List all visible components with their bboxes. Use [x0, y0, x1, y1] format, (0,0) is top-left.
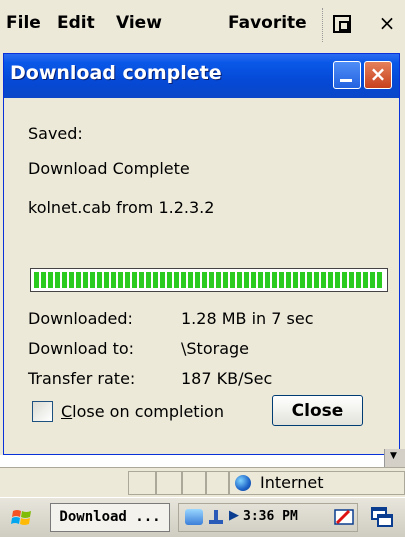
status-cell — [206, 471, 229, 495]
toolbar-toggle-button[interactable] — [322, 8, 359, 42]
browser-content — [0, 455, 405, 467]
status-bar: Internet — [0, 467, 405, 498]
menu-file[interactable]: File — [6, 13, 41, 33]
input-panel-icon[interactable] — [334, 508, 354, 526]
minimize-button[interactable] — [333, 61, 361, 89]
window-switch-icon[interactable] — [370, 506, 394, 528]
transfer-rate-value: 187 KB/Sec — [181, 369, 273, 388]
usb-icon[interactable] — [207, 508, 225, 526]
close-on-completion-checkbox[interactable] — [32, 401, 53, 422]
system-tray: ▶ 3:36 PM — [178, 503, 358, 532]
download-progress-bar — [30, 268, 388, 292]
downloaded-label: Downloaded: — [28, 309, 133, 328]
menu-favorites[interactable]: Favorite — [228, 13, 307, 33]
window-toggle-icon — [333, 15, 351, 33]
start-flag-icon[interactable] — [10, 506, 34, 530]
download-to-value: \Storage — [181, 339, 249, 358]
security-zone: Internet — [229, 471, 405, 495]
globe-icon — [235, 475, 251, 491]
close-on-completion-label-text: lose on completion — [72, 402, 224, 421]
saved-label: Saved: — [28, 124, 83, 143]
close-on-completion-label[interactable]: Close on completion — [61, 402, 224, 421]
transfer-rate-label: Transfer rate: — [28, 369, 136, 388]
download-status-text: Download Complete — [28, 159, 190, 178]
menu-view[interactable]: View — [116, 13, 162, 33]
app-close-icon[interactable]: × — [376, 12, 398, 34]
download-to-label: Download to: — [28, 339, 135, 358]
zone-label: Internet — [260, 473, 324, 492]
menu-bar: File Edit View Favorite × — [0, 0, 405, 50]
task-download-button[interactable]: Download ... — [50, 503, 170, 532]
dialog-close-icon[interactable]: × — [364, 61, 392, 89]
scrollbar-down-arrow[interactable] — [384, 449, 405, 467]
dialog-titlebar[interactable]: Download complete × — [4, 54, 399, 98]
tray-arrow-icon[interactable]: ▶ — [229, 508, 239, 523]
menu-edit[interactable]: Edit — [57, 13, 95, 33]
status-cell — [156, 471, 182, 495]
file-source-text: kolnet.cab from 1.2.3.2 — [28, 198, 215, 217]
taskbar: Download ... ▶ 3:36 PM — [0, 497, 405, 537]
close-button[interactable]: Close — [272, 395, 363, 426]
status-cell — [182, 471, 206, 495]
close-on-completion-label-accel: C — [61, 402, 73, 421]
progress-fill — [34, 272, 384, 288]
download-dialog: Download complete × Saved: Download Comp… — [3, 53, 400, 455]
status-cell — [128, 471, 156, 495]
network-icon[interactable] — [185, 509, 203, 525]
downloaded-value: 1.28 MB in 7 sec — [181, 309, 314, 328]
dialog-title: Download complete — [10, 62, 222, 84]
clock[interactable]: 3:36 PM — [243, 509, 298, 524]
